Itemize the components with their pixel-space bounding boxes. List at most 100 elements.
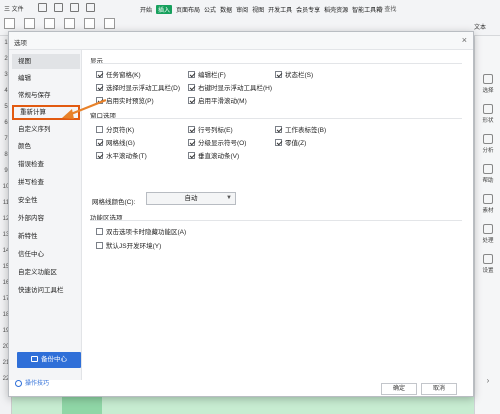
collapse-pane-icon[interactable]: › (475, 376, 500, 385)
nav-item-recalculate[interactable]: 重新计算 (12, 105, 80, 120)
nav-item-security[interactable]: 安全性 (12, 193, 80, 208)
material-pane-button[interactable]: 素材 (475, 194, 500, 214)
shape-icon[interactable] (64, 18, 75, 29)
select-icon (483, 74, 493, 84)
checkbox-box (188, 139, 195, 146)
checkbox-formula-bar[interactable]: 编辑栏(F) (188, 69, 226, 79)
nav-item-error-check[interactable]: 错误检查 (12, 157, 80, 172)
nav-item-external-content[interactable]: 外部内容 (12, 211, 80, 226)
print-icon[interactable] (54, 3, 63, 12)
tab-insert[interactable]: 插入 (156, 5, 173, 14)
tab-page-layout[interactable]: 页面布局 (176, 5, 200, 14)
checkbox-box (188, 126, 195, 133)
options-dialog: 选项 × 视图 编辑 常规与保存 重新计算 自定义序列 颜色 错误检查 拼写检查… (8, 31, 474, 397)
settings-icon (483, 254, 493, 264)
checkbox-gridlines[interactable]: 网格线(G) (96, 137, 135, 147)
tab-formulas[interactable]: 公式 (204, 5, 216, 14)
tab-data[interactable]: 数据 (220, 5, 232, 14)
analysis-pane-button[interactable]: 分析 (475, 134, 500, 154)
checkbox-sheet-tabs[interactable]: 工作表标签(B) (275, 124, 326, 134)
backup-icon (31, 356, 38, 362)
tab-view[interactable]: 视图 (252, 5, 264, 14)
checkbox-live-preview[interactable]: 启用实时预览(P) (96, 95, 154, 105)
nav-item-quick-access[interactable]: 快速访问工具栏 (12, 283, 80, 298)
section-divider (90, 220, 462, 221)
checkbox-float-toolbar-rightclick[interactable]: 右键时显示浮动工具栏(H) (188, 82, 272, 92)
checkbox-zero-values[interactable]: 零值(Z) (275, 137, 306, 147)
backup-center-button[interactable]: 备份中心 (17, 352, 81, 368)
checkbox-box (96, 242, 103, 249)
checkbox-box (275, 139, 282, 146)
checkbox-box (188, 84, 195, 91)
checkbox-box (188, 97, 195, 104)
checkbox-box (96, 97, 103, 104)
save-icon[interactable] (38, 3, 47, 12)
redo-icon[interactable] (86, 3, 95, 12)
checkbox-float-toolbar-select[interactable]: 选择时显示浮动工具栏(D) (96, 82, 180, 92)
ribbon-buttons (4, 18, 115, 29)
checkbox-horizontal-scrollbar[interactable]: 水平滚动条(T) (96, 150, 147, 160)
text-button[interactable]: 文本 (474, 22, 486, 31)
checkbox-box (96, 84, 103, 91)
cancel-button[interactable]: 取消 (421, 383, 457, 395)
checkbox-vertical-scrollbar[interactable]: 垂直滚动条(V) (188, 150, 239, 160)
close-icon[interactable]: × (462, 35, 467, 45)
nav-item-edit[interactable]: 编辑 (12, 71, 80, 86)
process-pane-button[interactable]: 处理 (475, 224, 500, 244)
pivot-table-icon[interactable] (4, 18, 15, 29)
checkbox-task-pane[interactable]: 任务窗格(K) (96, 69, 141, 79)
shape-pane-button[interactable]: 形状 (475, 104, 500, 124)
material-icon (483, 194, 493, 204)
checkbox-status-bar[interactable]: 状态栏(S) (275, 69, 313, 79)
checkbox-row-col-headers[interactable]: 行号列标(E) (188, 124, 233, 134)
select-pane-button[interactable]: 选择 (475, 74, 500, 94)
checkbox-box (275, 71, 282, 78)
section-divider (90, 118, 462, 119)
tab-developer[interactable]: 开发工具 (268, 5, 292, 14)
checkbox-box (96, 139, 103, 146)
tab-docer[interactable]: 稻壳资源 (324, 5, 348, 14)
checkbox-hide-ribbon-dblclick[interactable]: 双击选项卡时隐藏功能区(A) (96, 226, 186, 236)
checkbox-default-js-env[interactable]: 默认JS开发环境(Y) (96, 240, 161, 250)
help-icon (483, 164, 493, 174)
checkbox-box (188, 152, 195, 159)
checkbox-box (96, 126, 103, 133)
nav-item-general-save[interactable]: 常规与保存 (12, 88, 80, 103)
checkbox-page-breaks[interactable]: 分页符(K) (96, 124, 134, 134)
settings-pane-button[interactable]: 设置 (475, 254, 500, 274)
nav-item-customize-ribbon[interactable]: 自定义功能区 (12, 265, 80, 280)
checkbox-box (96, 228, 103, 235)
textbox-icon[interactable] (104, 18, 115, 29)
checkbox-smooth-scroll[interactable]: 启用平滑滚动(M) (188, 95, 247, 105)
ribbon-tabs: 开始 插入 页面布局 公式 数据 审阅 视图 开发工具 会员专享 稻壳资源 智能… (140, 5, 382, 14)
section-divider (90, 63, 462, 64)
nav-item-trust-center[interactable]: 信任中心 (12, 247, 80, 262)
ok-button[interactable]: 确定 (381, 383, 417, 395)
file-menu[interactable]: 三 文件 (4, 4, 24, 13)
tab-home[interactable]: 开始 (140, 5, 152, 14)
nav-item-new-features[interactable]: 新特性 (12, 229, 80, 244)
nav-item-spell-check[interactable]: 拼写检查 (12, 175, 80, 190)
dialog-footer: 确定 取消 (9, 380, 473, 397)
chevron-down-icon: ▼ (226, 195, 232, 201)
checkbox-box (188, 71, 195, 78)
help-pane-button[interactable]: 帮助 (475, 164, 500, 184)
shape-icon (483, 104, 493, 114)
checkbox-box (96, 152, 103, 159)
checkbox-box (275, 126, 282, 133)
analysis-icon (483, 134, 493, 144)
undo-icon[interactable] (70, 3, 79, 12)
picture-icon[interactable] (44, 18, 55, 29)
tab-review[interactable]: 审阅 (236, 5, 248, 14)
chart-icon[interactable] (84, 18, 95, 29)
nav-item-view[interactable]: 视图 (12, 54, 80, 69)
search-box[interactable]: Q 查找 (378, 4, 396, 13)
gridline-color-select[interactable]: 自动 ▼ (146, 192, 236, 205)
nav-item-color[interactable]: 颜色 (12, 139, 80, 154)
table-icon[interactable] (24, 18, 35, 29)
nav-item-custom-lists[interactable]: 自定义序列 (12, 122, 80, 137)
options-nav: 视图 编辑 常规与保存 重新计算 自定义序列 颜色 错误检查 拼写检查 安全性 … (9, 50, 82, 380)
checkbox-outline-symbols[interactable]: 分级显示符号(O) (188, 137, 246, 147)
quick-access-icons (38, 3, 95, 12)
tab-member[interactable]: 会员专享 (296, 5, 320, 14)
